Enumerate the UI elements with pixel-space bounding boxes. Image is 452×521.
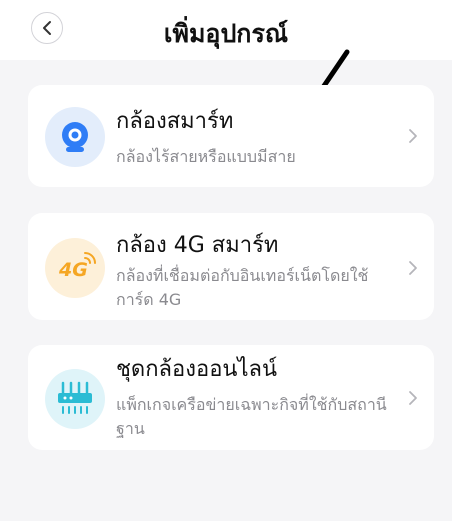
device-description: กล้องที่เชื่อมต่อกับอินเทอร์เน็ตโดยใช้กา…: [116, 266, 369, 309]
chevron-right-icon: [409, 261, 417, 275]
svg-text:4G: 4G: [58, 259, 88, 281]
device-description: กล้องไร้สายหรือแบบมีสาย: [116, 147, 296, 166]
device-title: กล้องสมาร์ท: [116, 109, 234, 134]
header: เพิ่มอุปกรณ์: [0, 0, 452, 60]
page-title: เพิ่มอุปกรณ์: [163, 19, 289, 48]
4g-icon: 4G: [45, 238, 105, 298]
chevron-right-icon: [409, 391, 417, 405]
router-icon: [45, 369, 105, 429]
device-option-smart-camera[interactable]: กล้องสมาร์ท กล้องไร้สายหรือแบบมีสาย: [28, 85, 434, 187]
camera-icon: [45, 107, 105, 167]
device-title: ชุดกล้องออนไลน์: [116, 357, 278, 382]
device-description: แพ็กเกจเครือข่ายเฉพาะกิจที่ใช้กับสถานีฐา…: [116, 395, 387, 438]
device-option-4g-camera[interactable]: 4G กล้อง 4G สมาร์ท กล้องที่เชื่อมต่อกับอ…: [28, 213, 434, 320]
device-title: กล้อง 4G สมาร์ท: [116, 233, 279, 258]
device-option-online-camera-kit[interactable]: ชุดกล้องออนไลน์ แพ็กเกจเครือข่ายเฉพาะกิจ…: [28, 345, 434, 450]
chevron-right-icon: [409, 129, 417, 143]
